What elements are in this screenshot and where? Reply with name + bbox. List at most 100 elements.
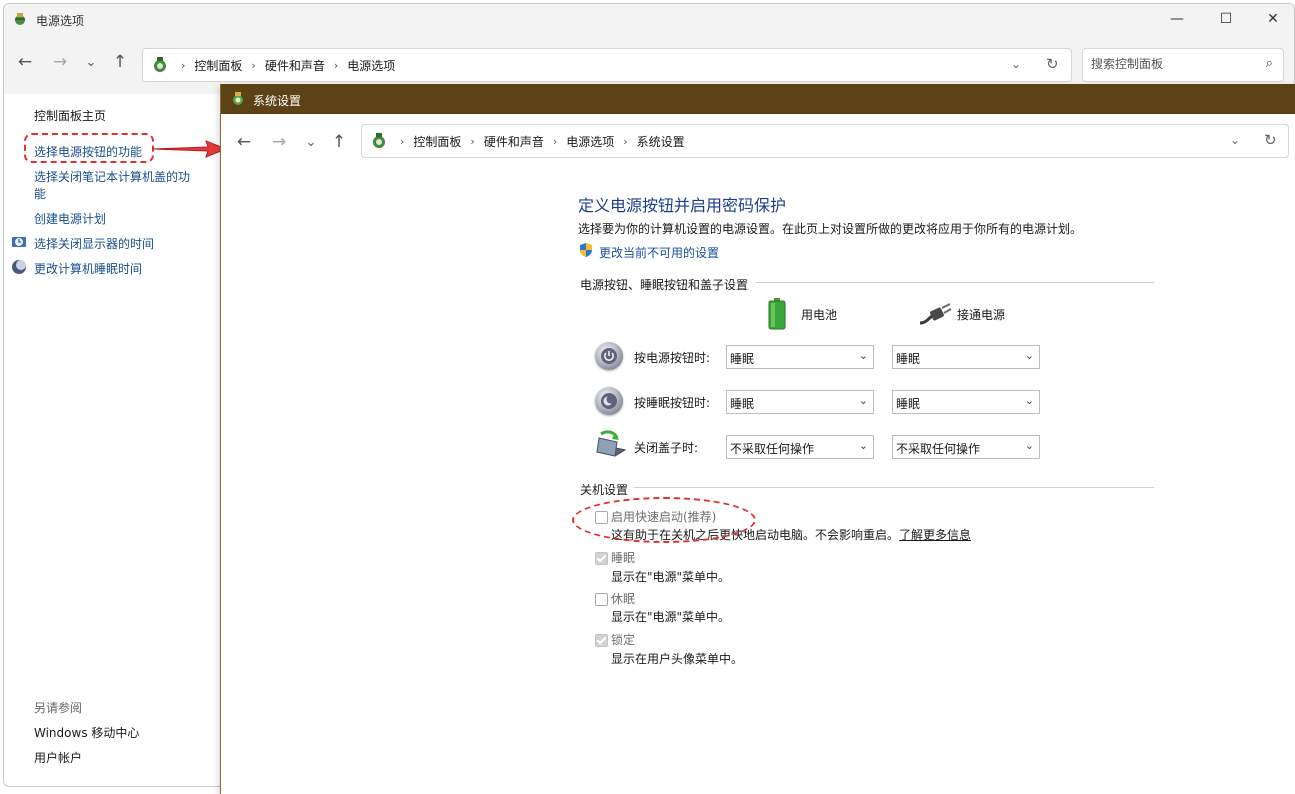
chevron-down-icon: ⌄ bbox=[85, 54, 97, 70]
window-title: 电源选项 bbox=[36, 14, 85, 28]
forward-arrow-icon: → bbox=[271, 132, 287, 152]
buttons-group-title: 电源按钮、睡眠按钮和盖子设置 bbox=[580, 278, 749, 292]
lock-desc: 显示在用户头像菜单中。 bbox=[611, 652, 744, 666]
breadcrumb: › 控制面板 › 硬件和声音 › 电源选项 bbox=[181, 57, 396, 74]
system-settings-icon bbox=[233, 92, 243, 105]
sleep-label: 睡眠 bbox=[611, 551, 636, 565]
breadcrumb-item[interactable]: 硬件和声音 bbox=[265, 57, 325, 74]
page-title: 定义电源按钮并启用密码保护 bbox=[578, 196, 787, 215]
refresh-icon[interactable]: ↻ bbox=[1264, 131, 1277, 149]
breadcrumb-item[interactable]: 电源选项 bbox=[347, 57, 395, 74]
title-bar: 电源选项 — ☐ ✕ bbox=[4, 4, 1294, 34]
minimize-button[interactable]: — bbox=[1154, 4, 1200, 34]
up-button[interactable]: ↑ bbox=[106, 48, 134, 76]
monitor-clock-icon bbox=[12, 237, 26, 247]
inner-title-bar: 系统设置 bbox=[221, 84, 1295, 114]
inner-up-button[interactable]: ↑ bbox=[325, 128, 353, 156]
see-also-mobility-center[interactable]: Windows 移动中心 bbox=[34, 724, 139, 741]
breadcrumb-item[interactable]: 电源选项 bbox=[566, 133, 614, 150]
laptop-lid-icon bbox=[595, 430, 627, 457]
sleep-desc: 显示在"电源"菜单中。 bbox=[611, 570, 731, 584]
search-input[interactable] bbox=[1091, 57, 1241, 71]
shutdown-group-title: 关机设置 bbox=[580, 483, 629, 497]
minimize-icon: — bbox=[1170, 11, 1184, 27]
inner-window-title: 系统设置 bbox=[253, 94, 302, 108]
sidebar-item-lid[interactable]: 选择关闭笔记本计算机盖的功 bbox=[34, 168, 190, 185]
chevron-down-icon: ⌄ bbox=[1024, 439, 1034, 452]
inner-address-toolbar: ← → ⌄ ↑ › 控制面板 › 硬件和声音 › 电源选项 › 系统设置 ⌄ ↻ bbox=[221, 114, 1295, 169]
battery-icon bbox=[768, 298, 786, 330]
address-bar[interactable]: › 控制面板 › 硬件和声音 › 电源选项 ⌄ ↻ bbox=[142, 48, 1072, 82]
row-label-lid: 关闭盖子时: bbox=[634, 441, 699, 455]
chevron-down-icon: ⌄ bbox=[858, 439, 868, 452]
search-box[interactable]: ⌕ bbox=[1082, 48, 1284, 82]
chevron-down-icon: ⌄ bbox=[858, 349, 868, 362]
page-description: 选择要为你的计算机设置的电源设置。在此页上对设置所做的更改将应用于你所有的电源计… bbox=[578, 222, 1083, 236]
sleep-button-battery-select[interactable]: 睡眠 ⌄ bbox=[726, 390, 874, 414]
see-also-user-accounts[interactable]: 用户帐户 bbox=[34, 749, 82, 766]
back-arrow-icon: ← bbox=[17, 52, 33, 72]
breadcrumb-item[interactable]: 硬件和声音 bbox=[484, 133, 544, 150]
sidebar-item-create-plan[interactable]: 创建电源计划 bbox=[34, 210, 106, 227]
chevron-down-icon: ⌄ bbox=[858, 394, 868, 407]
breadcrumb-item[interactable]: 控制面板 bbox=[413, 133, 461, 150]
divider bbox=[634, 487, 1154, 488]
inner-recent-button[interactable]: ⌄ bbox=[297, 128, 325, 156]
close-button[interactable]: ✕ bbox=[1250, 4, 1294, 34]
hibernate-label: 休眠 bbox=[611, 592, 636, 606]
sidebar-item-display-off[interactable]: 选择关闭显示器的时间 bbox=[34, 235, 154, 252]
maximize-button[interactable]: ☐ bbox=[1203, 4, 1249, 34]
inner-address-bar[interactable]: › 控制面板 › 硬件和声音 › 电源选项 › 系统设置 ⌄ ↻ bbox=[361, 124, 1289, 158]
annotation-arrow-icon bbox=[151, 140, 228, 158]
maximize-icon: ☐ bbox=[1219, 11, 1233, 27]
address-dropdown-icon[interactable]: ⌄ bbox=[1230, 133, 1240, 147]
row-label-sleep-button: 按睡眠按钮时: bbox=[634, 396, 711, 410]
inner-forward-button[interactable]: → bbox=[265, 128, 293, 156]
power-button-plugged-select[interactable]: 睡眠 ⌄ bbox=[892, 345, 1040, 369]
power-button-battery-select[interactable]: 睡眠 ⌄ bbox=[726, 345, 874, 369]
system-settings-window: 系统设置 ← → ⌄ ↑ › 控制面板 › 硬件和声音 › 电源选项 › 系统设… bbox=[220, 84, 1295, 794]
power-button-icon bbox=[595, 342, 623, 370]
sleep-checkbox[interactable] bbox=[595, 552, 608, 565]
back-arrow-icon: ← bbox=[236, 132, 252, 152]
chevron-down-icon: ⌄ bbox=[1024, 349, 1034, 362]
annotation-ellipse bbox=[572, 497, 756, 543]
sidebar-home[interactable]: 控制面板主页 bbox=[34, 107, 106, 124]
column-battery: 用电池 bbox=[801, 308, 838, 322]
plug-icon bbox=[919, 303, 952, 325]
lock-label: 锁定 bbox=[611, 633, 636, 647]
lid-plugged-select[interactable]: 不采取任何操作 ⌄ bbox=[892, 435, 1040, 459]
address-dropdown-icon[interactable]: ⌄ bbox=[1011, 57, 1021, 71]
lid-battery-select[interactable]: 不采取任何操作 ⌄ bbox=[726, 435, 874, 459]
moon-icon bbox=[12, 260, 26, 274]
forward-button[interactable]: → bbox=[46, 48, 74, 76]
sidebar-item-sleep-time[interactable]: 更改计算机睡眠时间 bbox=[34, 260, 142, 277]
recent-locations-button[interactable]: ⌄ bbox=[77, 48, 105, 76]
shield-icon bbox=[580, 243, 592, 257]
up-arrow-icon: ↑ bbox=[331, 132, 347, 152]
close-icon: ✕ bbox=[1267, 11, 1279, 27]
lock-checkbox[interactable] bbox=[595, 634, 608, 647]
hibernate-desc: 显示在"电源"菜单中。 bbox=[611, 610, 731, 624]
back-button[interactable]: ← bbox=[11, 48, 39, 76]
sleep-button-icon bbox=[595, 387, 623, 415]
learn-more-link[interactable]: 了解更多信息 bbox=[899, 526, 971, 543]
refresh-icon[interactable]: ↻ bbox=[1046, 55, 1059, 73]
breadcrumb-item[interactable]: 控制面板 bbox=[194, 57, 242, 74]
chevron-down-icon: ⌄ bbox=[1024, 394, 1034, 407]
power-options-icon bbox=[15, 13, 25, 25]
hibernate-checkbox[interactable] bbox=[595, 593, 608, 606]
see-also-heading: 另请参阅 bbox=[34, 701, 83, 715]
sleep-button-plugged-select[interactable]: 睡眠 ⌄ bbox=[892, 390, 1040, 414]
sidebar-item-lid-cont[interactable]: 能 bbox=[34, 185, 46, 202]
chevron-down-icon: ⌄ bbox=[305, 134, 317, 150]
inner-back-button[interactable]: ← bbox=[230, 128, 258, 156]
forward-arrow-icon: → bbox=[52, 52, 68, 72]
breadcrumb-item[interactable]: 系统设置 bbox=[637, 133, 685, 150]
search-icon[interactable]: ⌕ bbox=[1266, 56, 1273, 71]
row-label-power-button: 按电源按钮时: bbox=[634, 351, 711, 365]
annotation-highlight bbox=[24, 133, 154, 163]
change-unavailable-settings-link[interactable]: 更改当前不可用的设置 bbox=[599, 244, 719, 261]
inner-breadcrumb: › 控制面板 › 硬件和声音 › 电源选项 › 系统设置 bbox=[400, 133, 685, 150]
control-panel-icon bbox=[373, 133, 385, 148]
